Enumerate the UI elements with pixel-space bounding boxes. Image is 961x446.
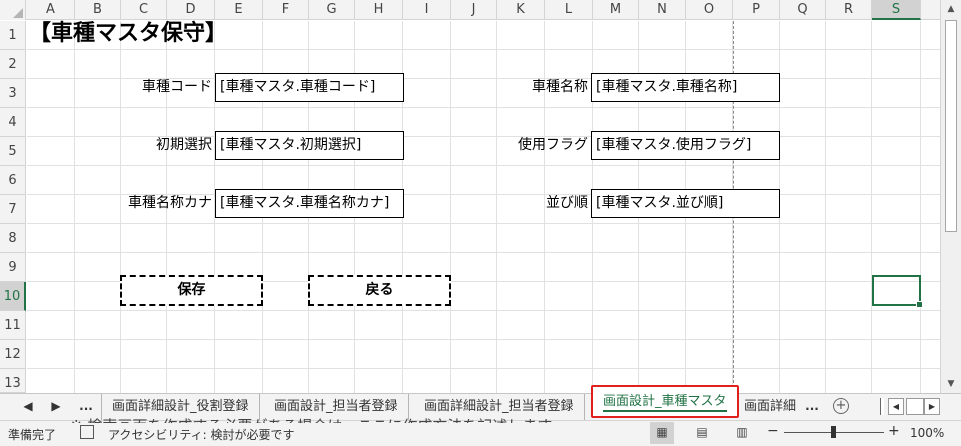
accessibility-status[interactable]: アクセシビリティ: 検討が必要です [108, 426, 295, 443]
field-flag[interactable]: [車種マスタ.使用フラグ] [591, 131, 780, 160]
add-sheet-icon[interactable]: + [833, 398, 849, 414]
save-button[interactable]: 保存 [120, 275, 263, 306]
row-header-13[interactable]: 13 [0, 369, 26, 393]
column-header-b[interactable]: B [75, 0, 121, 20]
column-header-bar: A B C D E F G H I J K L M N O P Q R S [0, 0, 940, 20]
status-ready: 準備完了 [8, 428, 57, 442]
column-header-s[interactable]: S [872, 0, 921, 20]
row-header-11[interactable]: 11 [0, 311, 26, 340]
row-header-9[interactable]: 9 [0, 253, 26, 282]
column-header-d[interactable]: D [167, 0, 215, 20]
column-header-a[interactable]: A [27, 0, 75, 20]
scroll-left-icon[interactable]: ◀ [888, 398, 904, 415]
field-kana[interactable]: [車種マスタ.車種名称カナ] [215, 189, 404, 218]
tabs-ellipsis-right[interactable]: ... [802, 399, 822, 413]
row-header-6[interactable]: 6 [0, 166, 26, 195]
scroll-right-icon[interactable]: ▶ [924, 398, 940, 415]
column-header-o[interactable]: O [686, 0, 733, 20]
field-label-flag: 使用フラグ [518, 137, 588, 153]
column-header-e[interactable]: E [215, 0, 263, 20]
sheet-title: 【車種マスタ保守】 [29, 21, 228, 46]
column-header-g[interactable]: G [309, 0, 355, 20]
back-button[interactable]: 戻る [308, 275, 451, 306]
row-header-7[interactable]: 7 [0, 195, 26, 224]
page-layout-icon[interactable]: ▤ [690, 422, 714, 444]
field-label-kana: 車種名称カナ [128, 195, 212, 211]
row-header-5[interactable]: 5 [0, 137, 26, 166]
row-header-1[interactable]: 1 [0, 21, 26, 50]
macro-record-icon[interactable] [80, 425, 94, 439]
page-break-preview-icon[interactable]: ▥ [730, 422, 754, 444]
column-header-r[interactable]: R [826, 0, 872, 20]
column-header-c[interactable]: C [121, 0, 167, 20]
excel-window: A B C D E F G H I J K L M N O P Q R S 1 … [0, 0, 961, 446]
field-order[interactable]: [車種マスタ.並び順] [591, 189, 780, 218]
zoom-slider-thumb[interactable] [831, 426, 836, 438]
column-header-k[interactable]: K [497, 0, 545, 20]
column-header-q[interactable]: Q [780, 0, 826, 20]
field-label-initial: 初期選択 [156, 137, 212, 153]
column-header-h[interactable]: H [355, 0, 403, 20]
row-header-8[interactable]: 8 [0, 224, 26, 253]
column-header-j[interactable]: J [451, 0, 497, 20]
column-header-i[interactable]: I [403, 0, 451, 20]
column-header-p[interactable]: P [733, 0, 780, 20]
vertical-scrollbar[interactable]: ▲ ▼ [940, 0, 961, 393]
row-header-4[interactable]: 4 [0, 108, 26, 137]
field-initial[interactable]: [車種マスタ.初期選択] [215, 131, 404, 160]
field-label-code: 車種コード [142, 79, 212, 95]
cutoff-comment-text: ※ 検索画面を作成する必要がある場合は、ここに作成方法を記述します。 [70, 415, 610, 423]
vertical-scroll-thumb[interactable] [945, 20, 957, 232]
tab-screen-detail[interactable]: 画面詳細 [734, 394, 806, 420]
status-bar: ※ 検索画面を作成する必要がある場合は、ここに作成方法を記述します。 準備完了 … [0, 417, 961, 446]
tab-vehicle-master[interactable]: 画面設計_車種マスタ [591, 385, 739, 418]
select-all-corner[interactable] [0, 0, 26, 20]
tab-vehicle-master-label: 画面設計_車種マスタ [603, 394, 727, 412]
prev-sheet-icon[interactable]: ◀ [20, 399, 36, 413]
next-sheet-icon[interactable]: ▶ [48, 399, 64, 413]
horizontal-scroll-thumb[interactable] [906, 398, 924, 415]
column-header-m[interactable]: M [593, 0, 639, 20]
column-header-l[interactable]: L [545, 0, 593, 20]
zoom-out-button[interactable]: − [767, 423, 779, 439]
scroll-down-icon[interactable]: ▼ [945, 378, 957, 390]
row-header-10[interactable]: 10 [0, 282, 26, 311]
field-name[interactable]: [車種マスタ.車種名称] [591, 73, 780, 102]
column-header-n[interactable]: N [639, 0, 686, 20]
field-code[interactable]: [車種マスタ.車種コード] [215, 73, 404, 102]
tabs-ellipsis-left[interactable]: ... [76, 399, 96, 413]
zoom-in-button[interactable]: + [888, 423, 900, 439]
row-header-12[interactable]: 12 [0, 340, 26, 369]
field-label-name: 車種名称 [532, 79, 588, 95]
zoom-level[interactable]: 100% [910, 426, 944, 440]
row-header-2[interactable]: 2 [0, 50, 26, 79]
column-header-f[interactable]: F [263, 0, 309, 20]
field-label-order: 並び順 [546, 195, 588, 211]
active-cell-s10[interactable] [872, 275, 923, 308]
horizontal-scrollbar[interactable]: ◀ ▶ [880, 398, 940, 415]
normal-view-icon[interactable]: ▦ [650, 422, 674, 444]
scroll-up-icon[interactable]: ▲ [945, 3, 957, 15]
row-header-3[interactable]: 3 [0, 79, 26, 108]
